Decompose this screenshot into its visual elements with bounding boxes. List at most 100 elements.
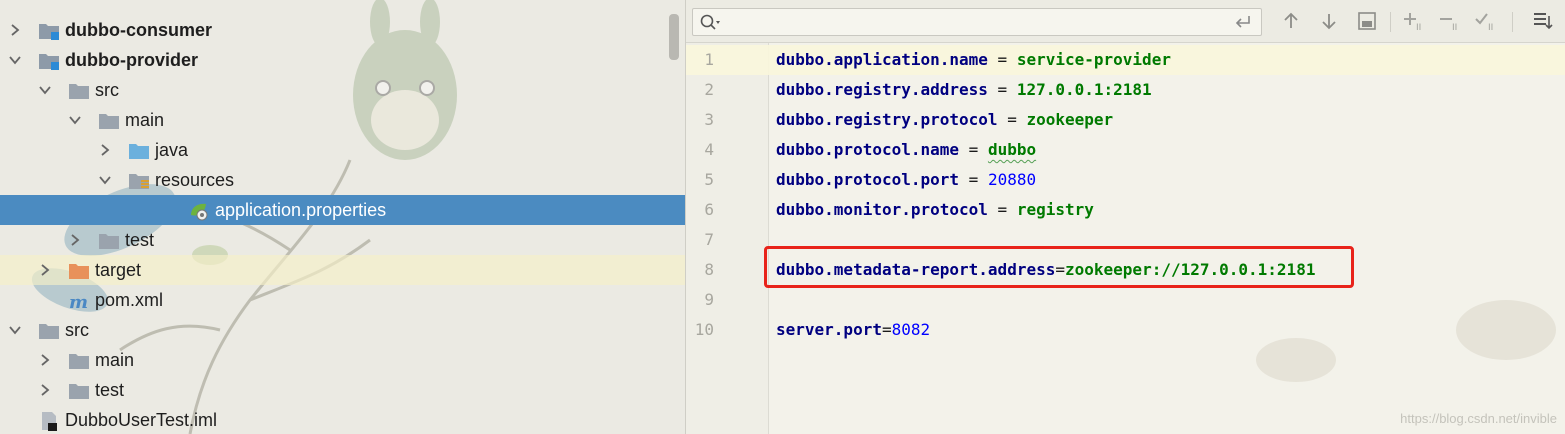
tree-item-main[interactable]: main <box>0 105 685 135</box>
line-number: 8 <box>704 260 714 279</box>
toolbar-separator <box>1512 12 1513 32</box>
property-key: dubbo.registry.protocol <box>776 110 998 129</box>
line-number: 10 <box>694 320 714 339</box>
tree-item-label: src <box>95 80 119 100</box>
property-separator: = <box>987 80 1017 99</box>
chevron-right-icon[interactable] <box>8 15 22 45</box>
tree-item-dubbo-consumer[interactable]: dubbo-consumer <box>0 15 685 45</box>
arrow-down-icon[interactable] <box>1318 10 1340 32</box>
property-key: dubbo.registry.address <box>776 80 988 99</box>
excluded-folder-icon <box>68 260 90 280</box>
property-value: dubbo <box>987 140 1037 159</box>
chevron-right-icon[interactable] <box>98 135 112 165</box>
property-separator: = <box>881 320 892 339</box>
code-content: dubbo.monitor.protocol = registry <box>776 195 1094 225</box>
svg-text:II: II <box>1452 23 1457 32</box>
tree-item-label: DubboUserTest.iml <box>65 410 218 430</box>
property-separator: = <box>987 200 1017 219</box>
chevron-right-icon[interactable] <box>38 345 52 375</box>
folder-icon <box>68 350 90 370</box>
property-value: 20880 <box>987 170 1037 189</box>
line-number: 4 <box>704 140 714 159</box>
tree-item-src[interactable]: src <box>0 75 685 105</box>
iml-file-icon <box>38 410 60 431</box>
property-separator: = <box>997 110 1027 129</box>
chevron-right-icon[interactable] <box>38 375 52 405</box>
property-key: dubbo.protocol.port <box>776 170 960 189</box>
tree-item-resources[interactable]: resources <box>0 165 685 195</box>
chevron-down-icon[interactable] <box>38 75 52 105</box>
folder-icon <box>98 110 120 130</box>
search-input[interactable] <box>692 8 1262 36</box>
code-line[interactable]: 5 dubbo.protocol.port = 20880 <box>686 165 1565 195</box>
tree-item-test[interactable]: test <box>0 375 685 405</box>
chevron-down-icon[interactable] <box>98 165 112 195</box>
property-value: service-provider <box>1016 50 1171 69</box>
code-content: server.port=8082 <box>776 315 930 345</box>
arrow-up-icon[interactable] <box>1280 10 1302 32</box>
code-line[interactable]: 6 dubbo.monitor.protocol = registry <box>686 195 1565 225</box>
search-toolbar: II II II <box>686 0 1565 43</box>
tree-item-label: main <box>95 350 135 370</box>
source-folder-icon <box>128 140 150 160</box>
property-value: registry <box>1016 200 1094 219</box>
code-line[interactable]: 10 server.port=8082 <box>686 315 1565 345</box>
chevron-right-icon[interactable] <box>68 225 82 255</box>
spring-properties-icon <box>188 200 210 221</box>
tree-item-main[interactable]: main <box>0 345 685 375</box>
folder-icon <box>68 80 90 100</box>
property-value: 127.0.0.1:2181 <box>1016 80 1152 99</box>
code-content: dubbo.application.name = service-provide… <box>776 45 1171 75</box>
chevron-down-icon[interactable] <box>8 45 22 75</box>
tree-item-java[interactable]: java <box>0 135 685 165</box>
tree-item-label: test <box>95 380 125 400</box>
search-icon[interactable] <box>699 13 721 31</box>
tree-item-src[interactable]: src <box>0 315 685 345</box>
property-value: zookeeper <box>1026 110 1114 129</box>
svg-text:II: II <box>1488 23 1493 32</box>
folder-icon <box>68 380 90 400</box>
code-line[interactable]: 3 dubbo.registry.protocol = zookeeper <box>686 105 1565 135</box>
chevron-down-icon[interactable] <box>68 105 82 135</box>
tree-item-dubbousertest-iml[interactable]: DubboUserTest.iml <box>0 405 685 434</box>
tree-item-label: dubbo-consumer <box>65 20 212 40</box>
tree-item-label: src <box>65 320 89 340</box>
property-key: server.port <box>776 320 882 339</box>
line-number: 5 <box>704 170 714 189</box>
line-number: 3 <box>704 110 714 129</box>
code-content: dubbo.protocol.name = dubbo <box>776 135 1036 165</box>
tree-item-test[interactable]: test <box>0 225 685 255</box>
code-line[interactable]: 9 <box>686 285 1565 315</box>
resources-folder-icon <box>128 170 150 190</box>
svg-text:m: m <box>69 292 88 311</box>
property-separator: = <box>987 50 1017 69</box>
add-occurrence-icon[interactable]: II <box>1402 10 1424 32</box>
tree-item-label: resources <box>155 170 235 190</box>
code-line[interactable]: 1 dubbo.application.name = service-provid… <box>686 45 1565 75</box>
enter-icon[interactable] <box>1233 13 1253 31</box>
tree-scrollbar[interactable] <box>669 14 679 60</box>
tree-item-pom-xml[interactable]: m pom.xml <box>0 285 685 315</box>
property-separator: = <box>959 140 988 159</box>
tree-item-label: test <box>125 230 155 250</box>
chevron-down-icon[interactable] <box>8 315 22 345</box>
tree-item-application-properties[interactable]: application.properties <box>0 195 685 225</box>
line-number: 7 <box>704 230 714 249</box>
editor-panel: II II II 1 dubbo.application.name = servi… <box>686 0 1565 434</box>
code-line[interactable]: 4 dubbo.protocol.name = dubbo <box>686 135 1565 165</box>
select-all-occurrences-icon[interactable]: II <box>1474 10 1496 32</box>
property-value: 8082 <box>891 320 931 339</box>
filter-icon[interactable] <box>1532 10 1554 32</box>
module-folder-icon <box>38 20 60 40</box>
code-line[interactable]: 2 dubbo.registry.address = 127.0.0.1:2181 <box>686 75 1565 105</box>
tree-item-label: dubbo-provider <box>65 50 198 70</box>
line-number: 9 <box>704 290 714 309</box>
remove-occurrence-icon[interactable]: II <box>1438 10 1460 32</box>
line-number: 6 <box>704 200 714 219</box>
tree-item-dubbo-provider[interactable]: dubbo-provider <box>0 45 685 75</box>
line-number: 2 <box>704 80 714 99</box>
find-in-selection-icon[interactable] <box>1356 10 1378 32</box>
tree-item-label: java <box>155 140 189 160</box>
chevron-right-icon[interactable] <box>38 255 52 285</box>
tree-item-target[interactable]: target <box>0 255 685 285</box>
